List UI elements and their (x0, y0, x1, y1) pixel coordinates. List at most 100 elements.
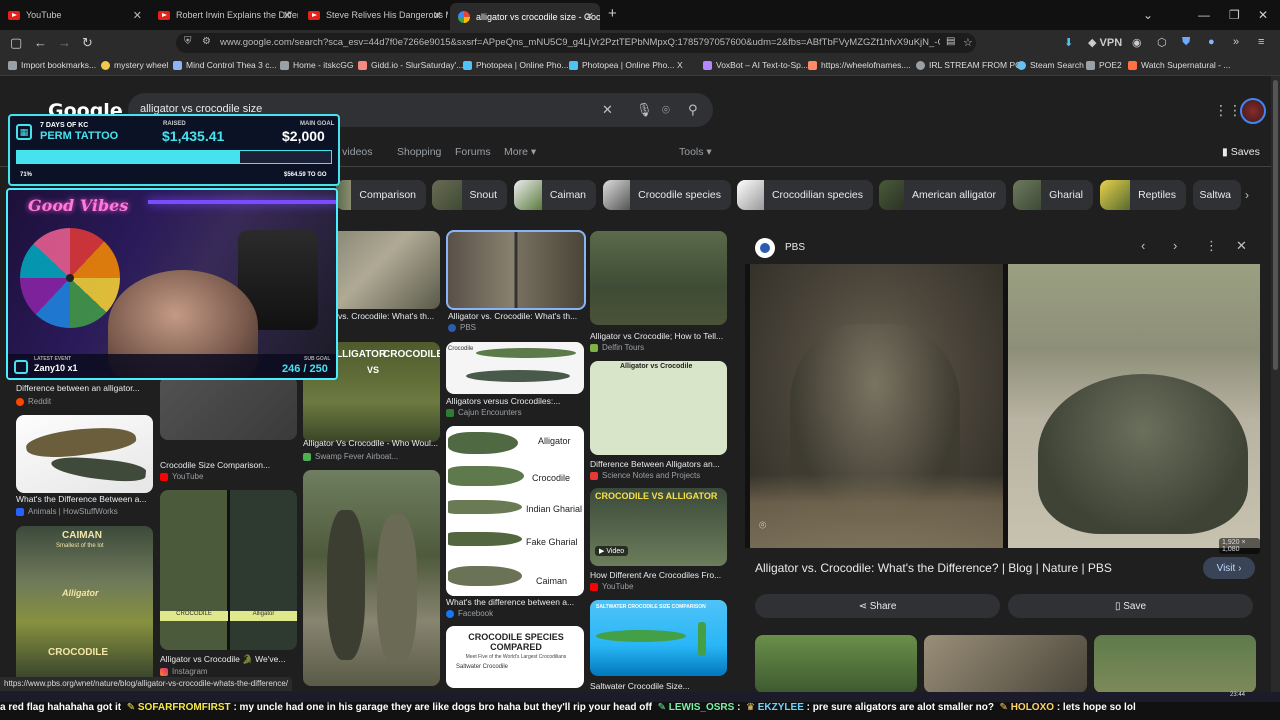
result-image[interactable] (590, 231, 727, 325)
vpn-button[interactable]: ◆ VPN (1088, 36, 1122, 49)
minimize-icon[interactable]: — (1198, 8, 1210, 22)
reader-mode-icon[interactable]: ▤ (946, 36, 955, 47)
result-source[interactable]: Cajun Encounters (446, 408, 522, 417)
tab-youtube[interactable]: YouTube ✕ (0, 4, 148, 26)
bookmark-item[interactable]: IRL STREAM FROM PC (916, 60, 1021, 70)
result-image[interactable]: CAIMAN Smallest of the lot Alligator CRO… (16, 526, 153, 686)
result-source[interactable]: Swamp Fever Airboat... (303, 452, 398, 461)
tab-robert-irwin[interactable]: Robert Irwin Explains the Differ ✕ (150, 4, 298, 26)
close-tab-icon[interactable]: ✕ (433, 9, 442, 22)
tab-steve[interactable]: Steve Relives His Dangerous M ✕ (300, 4, 448, 26)
panel-source[interactable]: PBS (785, 242, 805, 253)
result-caption[interactable]: Alligator vs. Crocodile: What's th... (448, 311, 586, 321)
tab-shopping[interactable]: Shopping (397, 146, 441, 158)
tab-search-icon[interactable]: ⌄ (1143, 8, 1153, 22)
bookmark-item[interactable]: X (677, 60, 683, 70)
window-close-icon[interactable]: ✕ (1258, 8, 1268, 22)
result-caption[interactable]: Alligator vs Crocodile 🐊 We've... (160, 654, 297, 665)
share-button[interactable]: ⋖ Share (755, 594, 1000, 618)
reload-icon[interactable]: ↻ (82, 35, 93, 51)
related-image[interactable] (924, 635, 1087, 693)
account-icon[interactable]: ◉ (1132, 36, 1142, 49)
result-image[interactable]: CROCODILE Alligator (160, 490, 297, 650)
url-text[interactable]: www.google.com/search?sca_esv=44d7f0e726… (220, 37, 940, 48)
sidebar-toggle-icon[interactable]: ▢ (10, 35, 22, 51)
result-source[interactable]: Facebook (446, 609, 493, 618)
result-source[interactable]: Delfin Tours (590, 343, 644, 352)
tab-more[interactable]: More ▾ (504, 146, 536, 158)
bookmark-item[interactable]: Steam Search (1017, 60, 1084, 70)
result-caption[interactable]: Crocodile Size Comparison... (160, 460, 297, 470)
previous-icon[interactable]: ‹ (1141, 238, 1145, 253)
result-image-selected[interactable] (446, 230, 586, 310)
search-icon[interactable]: ⚲ (688, 102, 698, 118)
chip-reptiles[interactable]: Reptiles (1100, 180, 1186, 210)
lens-icon[interactable]: ⌾ (662, 102, 670, 118)
result-image[interactable] (303, 470, 440, 686)
bookmark-item[interactable]: Mind Control Thea 3 c... (173, 60, 277, 70)
tools-button[interactable]: Tools ▾ (679, 146, 712, 158)
extensions-icon[interactable]: ⬡ (1157, 36, 1167, 49)
microphone-icon[interactable]: 🎙 (636, 102, 653, 118)
bookmark-item[interactable]: Gidd.io - SlurSaturday'... (358, 60, 463, 70)
result-image[interactable]: CROCODILE SPECIES COMPARED Meet Five of … (446, 626, 584, 688)
new-tab-icon[interactable]: + (608, 5, 617, 22)
result-image[interactable] (16, 415, 153, 493)
scrollbar[interactable] (1271, 76, 1280, 696)
result-image[interactable] (160, 376, 297, 440)
profile-icon[interactable]: ● (1208, 36, 1215, 48)
close-tab-icon[interactable]: ✕ (585, 10, 594, 23)
result-caption[interactable]: vs. Crocodile: What's th... (338, 311, 440, 321)
chip-crocodilian-species[interactable]: Crocodilian species (737, 180, 873, 210)
result-source[interactable]: Instagram (160, 667, 208, 676)
result-source[interactable]: Animals | HowStuffWorks (16, 507, 118, 516)
result-source[interactable]: Science Notes and Projects (590, 471, 700, 480)
close-panel-icon[interactable]: ✕ (1236, 238, 1247, 254)
address-bar[interactable]: ⛨ ⚙ www.google.com/search?sca_esv=44d7f0… (176, 33, 976, 53)
result-image[interactable]: SALTWATER CROCODILE SIZE COMPARISON (590, 600, 727, 676)
chip-caiman[interactable]: Caiman (514, 180, 596, 210)
result-image[interactable]: Alligator Crocodile Indian Gharial Fake … (446, 426, 584, 596)
lens-icon[interactable]: ⌾ (759, 518, 766, 533)
result-caption[interactable]: Difference Between Alligators an... (590, 459, 727, 469)
menu-icon[interactable]: ≡ (1258, 36, 1264, 48)
restore-icon[interactable]: ❐ (1229, 8, 1240, 22)
site-settings-icon[interactable]: ⚙ (202, 36, 211, 47)
bookmark-item[interactable]: Photopea | Online Pho... (569, 60, 674, 70)
result-image[interactable]: CROCODILE VS ALLIGATOR ▶ Video (590, 488, 727, 566)
avatar[interactable] (1240, 98, 1266, 124)
chip-comparison[interactable]: Comparison (336, 180, 426, 210)
result-caption[interactable]: Saltwater Crocodile Size... (590, 681, 727, 691)
bookmark-star-icon[interactable]: ☆ (963, 36, 973, 49)
bookmark-item[interactable]: POE2 (1086, 60, 1122, 70)
forward-icon[interactable]: → (58, 35, 71, 50)
result-caption[interactable]: What's the difference between a... (446, 597, 584, 607)
chip-snout[interactable]: Snout (432, 180, 507, 210)
result-caption[interactable]: Alligator vs Crocodile; How to Tell... (590, 331, 727, 341)
more-tools-icon[interactable]: » (1233, 36, 1239, 48)
bookmark-item[interactable]: VoxBot – AI Text-to-Sp... (703, 60, 808, 70)
panel-title[interactable]: Alligator vs. Crocodile: What's the Diff… (755, 561, 1112, 575)
shield-icon[interactable]: ⛨ (184, 36, 192, 47)
download-icon[interactable]: ⬇ (1064, 36, 1073, 49)
chip-american-alligator[interactable]: American alligator (879, 180, 1006, 210)
bookmark-item[interactable]: Photopea | Online Pho... (463, 60, 568, 70)
chip-gharial[interactable]: Gharial (1013, 180, 1093, 210)
result-source[interactable]: YouTube (590, 582, 633, 591)
scrollbar-thumb[interactable] (1273, 80, 1278, 370)
back-icon[interactable]: ← (34, 35, 47, 50)
result-caption[interactable]: Alligator Vs Crocodile - Who Woul... (303, 438, 440, 448)
next-icon[interactable]: › (1173, 238, 1177, 253)
close-tab-icon[interactable]: ✕ (133, 9, 142, 22)
chip-crocodile-species[interactable]: Crocodile species (603, 180, 731, 210)
apps-grid-icon[interactable]: ⋮⋮ (1214, 102, 1242, 119)
chevron-right-icon[interactable]: › (1245, 188, 1249, 202)
result-source[interactable]: Reddit (16, 397, 51, 406)
related-image[interactable] (755, 635, 917, 693)
tab-google-search[interactable]: alligator vs crocodile size - Goo ✕ (450, 3, 600, 30)
bookmark-item[interactable]: Home - itskcGG (280, 60, 353, 70)
result-caption[interactable]: Alligators versus Crocodiles:... (446, 396, 584, 406)
clear-icon[interactable]: ✕ (602, 102, 613, 118)
tab-forums[interactable]: Forums (455, 146, 491, 158)
preview-image[interactable]: ⌾ 1,920 × 1,080 (745, 264, 1260, 554)
